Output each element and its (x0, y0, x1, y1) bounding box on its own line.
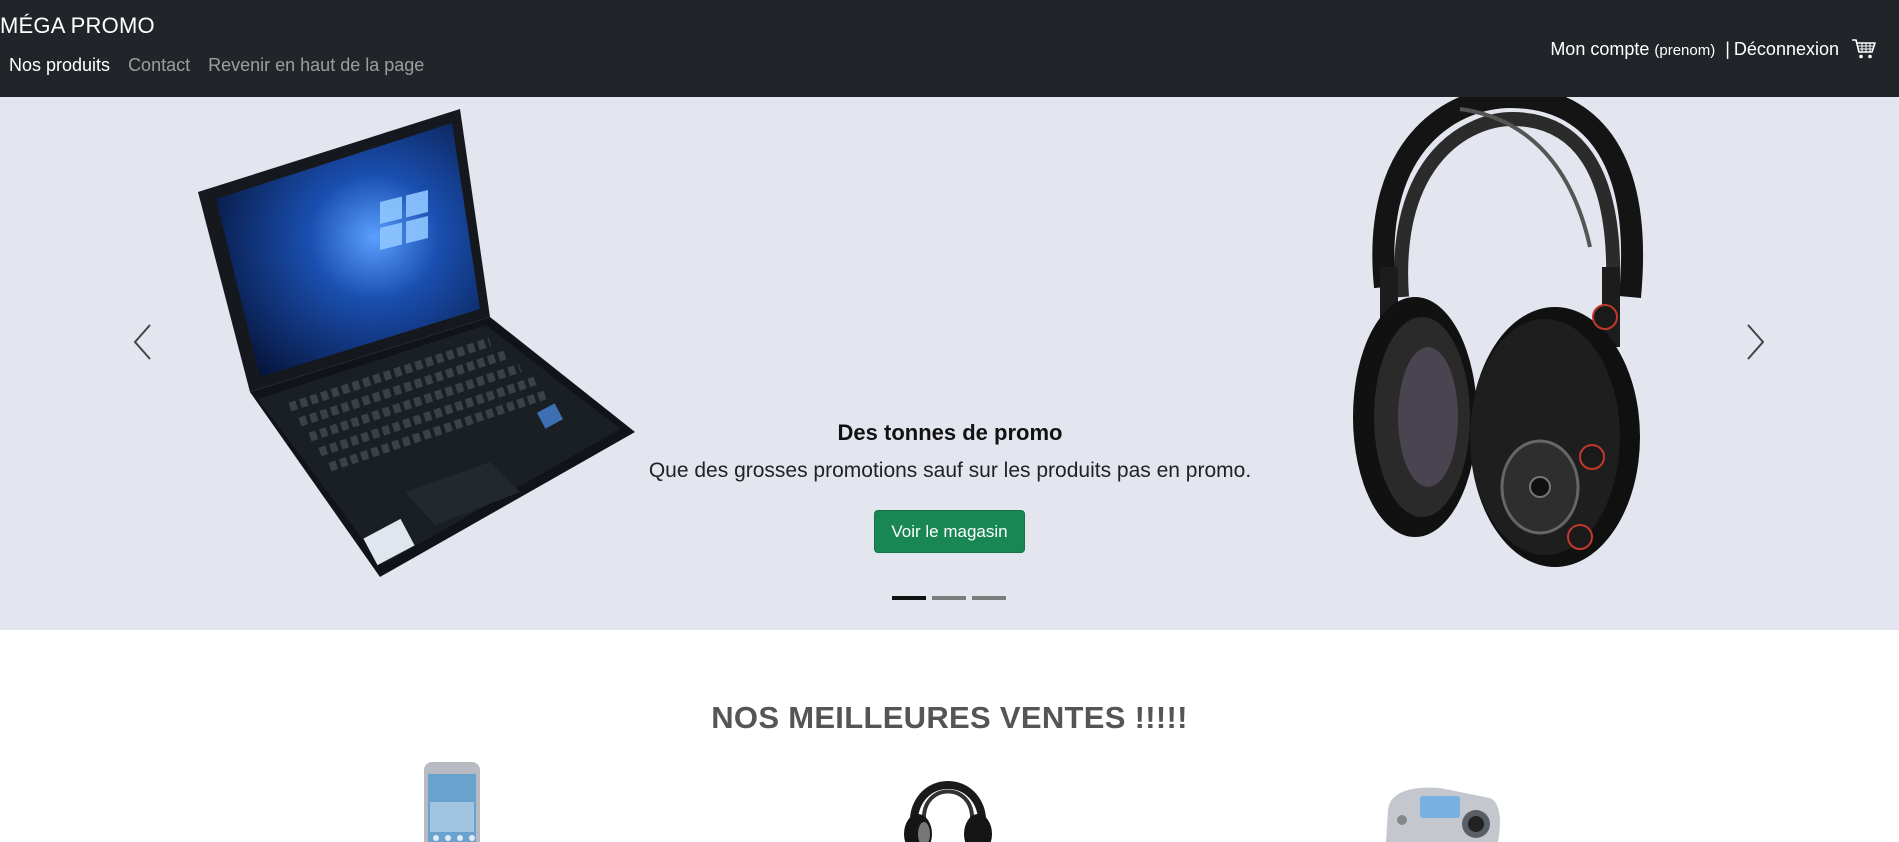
chevron-right-icon (1747, 324, 1765, 360)
nav-link-back-to-top[interactable]: Revenir en haut de la page (208, 55, 424, 76)
hero-carousel: Des tonnes de promo Que des grosses prom… (0, 97, 1899, 630)
shop-button[interactable]: Voir le magasin (874, 510, 1025, 553)
carousel-next-button[interactable] (1736, 317, 1776, 367)
camera-image[interactable] (1380, 780, 1504, 842)
logout-link[interactable]: Déconnexion (1734, 39, 1839, 60)
carousel-indicator[interactable] (932, 596, 966, 600)
headphones-image (1353, 97, 1643, 567)
brand-logo[interactable]: MÉGA PROMO (0, 13, 155, 39)
account-area: Mon compte (prenom) | Déconnexion (1550, 37, 1877, 61)
best-sellers-title: NOS MEILLEURES VENTES !!!!! (711, 700, 1188, 735)
account-username: (prenom) (1654, 41, 1716, 59)
chevron-left-icon (133, 324, 151, 360)
navbar: MÉGA PROMO Nos produits Contact Revenir … (0, 0, 1899, 97)
account-link[interactable]: Mon compte (prenom) (1550, 39, 1715, 60)
nav-separator: | (1725, 38, 1730, 59)
nav-link-products[interactable]: Nos produits (9, 55, 110, 76)
smartphone-image[interactable] (420, 762, 484, 842)
headphones-thumbnail[interactable] (900, 760, 996, 842)
main-nav: Nos produits Contact Revenir en haut de … (9, 55, 424, 76)
nav-link-contact[interactable]: Contact (128, 55, 190, 76)
carousel-caption-text: Que des grosses promotions sauf sur les … (648, 459, 1252, 482)
carousel-indicator[interactable] (892, 596, 926, 600)
carousel-prev-button[interactable] (122, 317, 162, 367)
cart-icon[interactable] (1851, 37, 1877, 61)
account-label: Mon compte (1550, 38, 1650, 59)
laptop-image (198, 109, 635, 577)
carousel-caption-title: Des tonnes de promo (837, 420, 1063, 445)
carousel-indicators (892, 596, 1006, 600)
carousel-indicator[interactable] (972, 596, 1006, 600)
